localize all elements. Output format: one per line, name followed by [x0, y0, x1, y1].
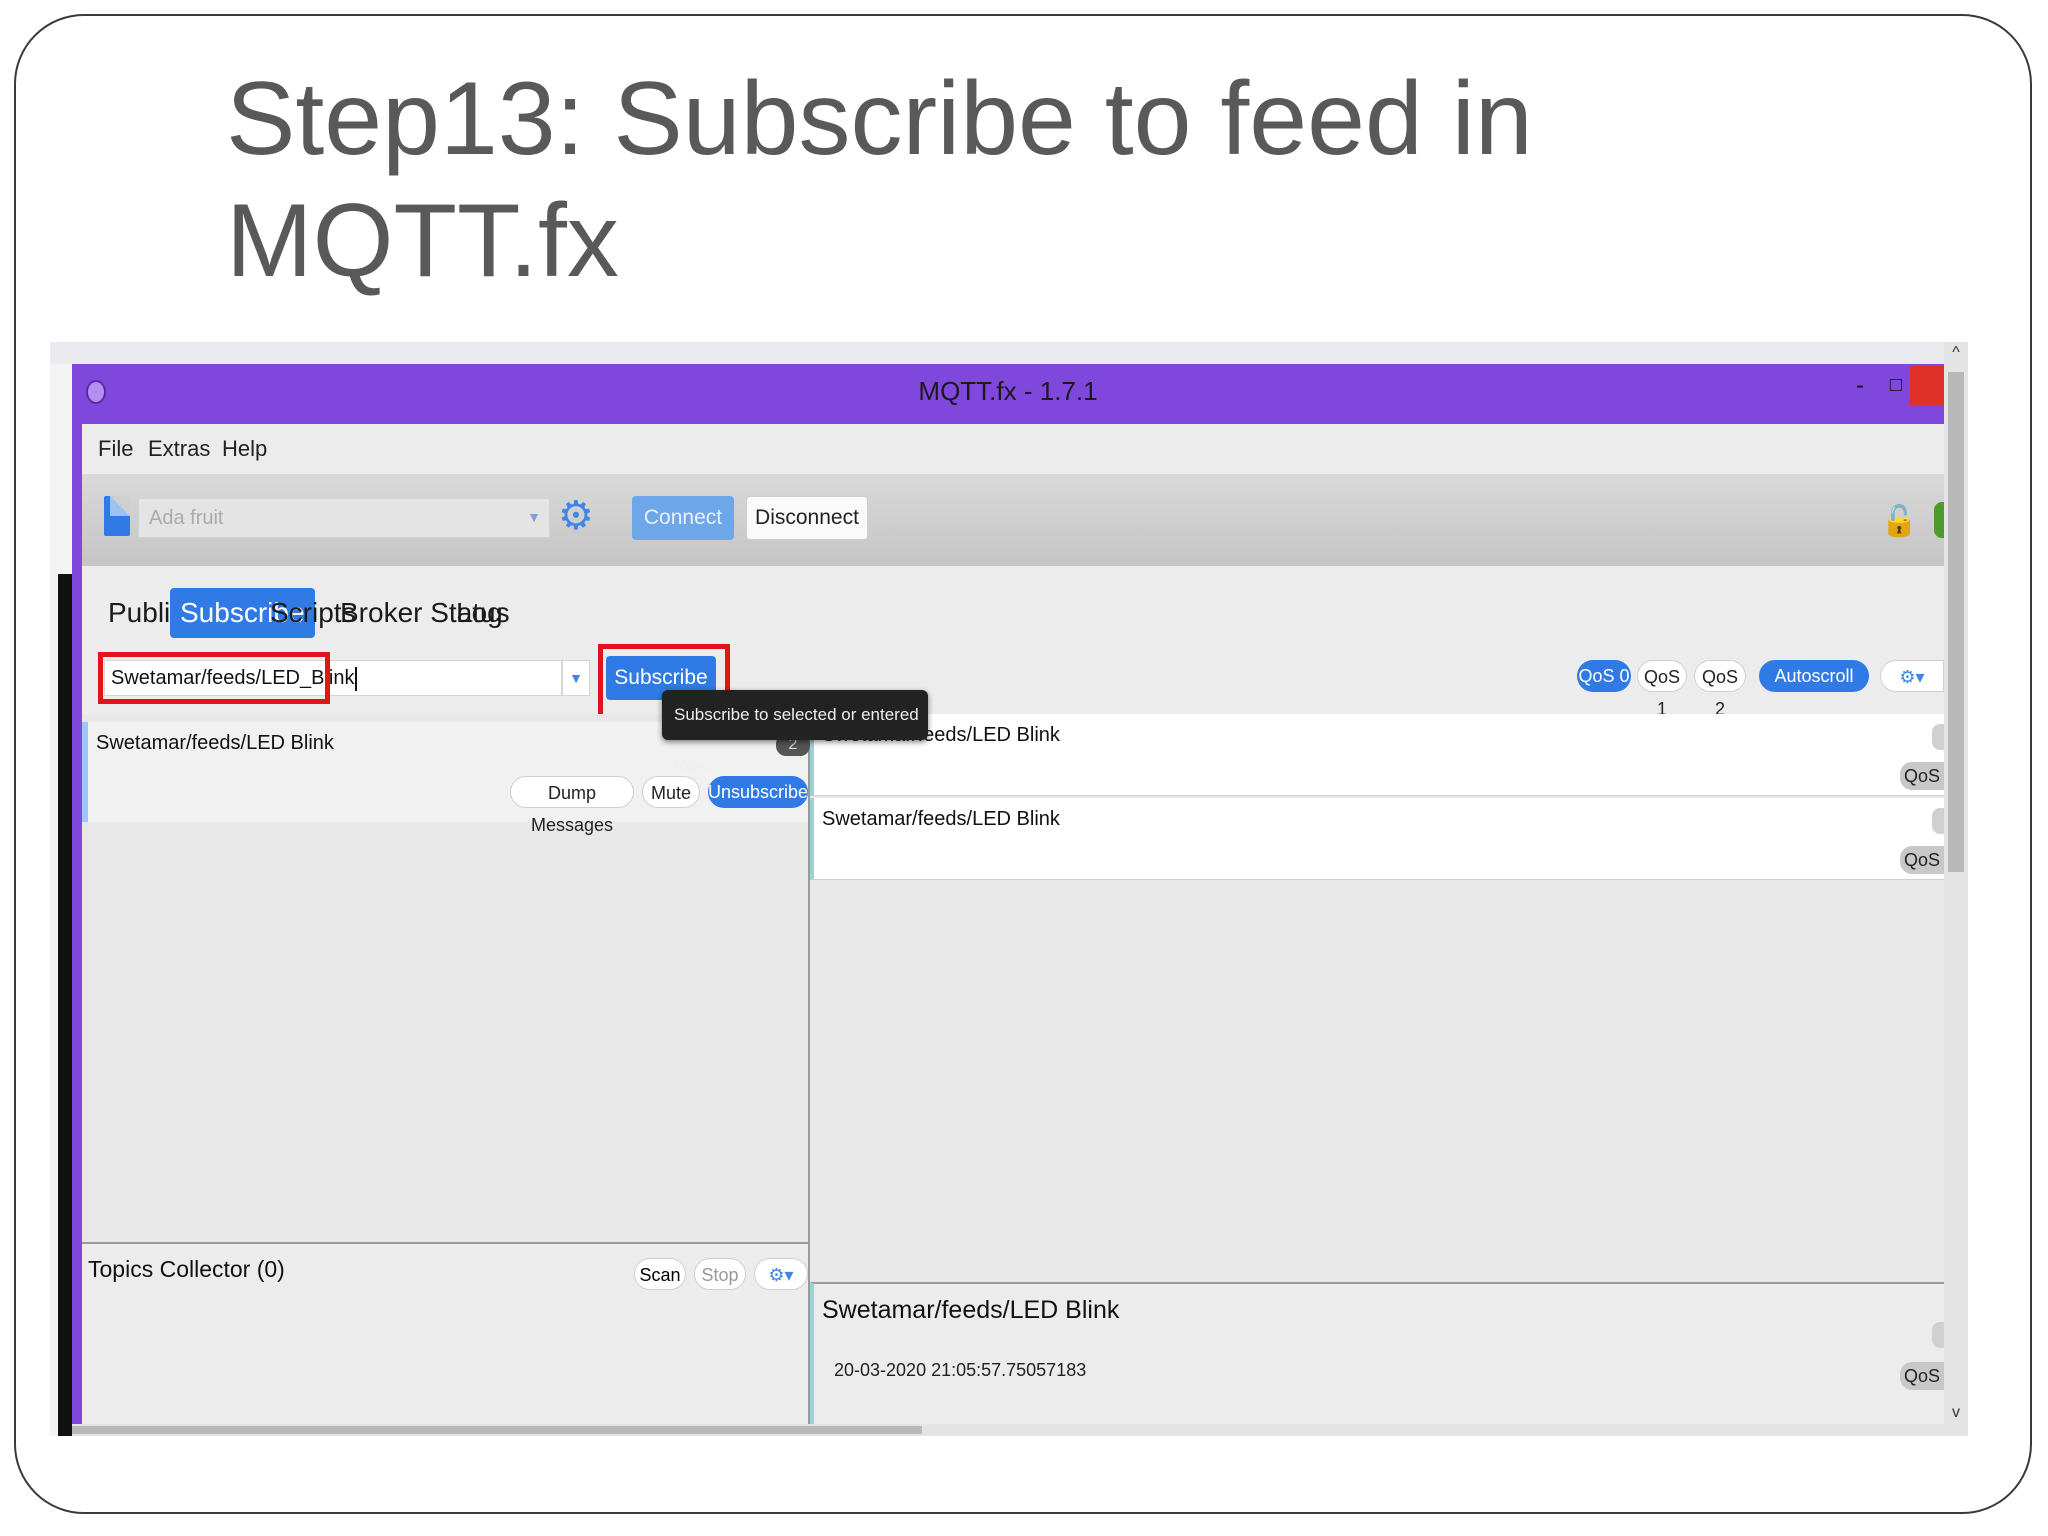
horizontal-scroll-thumb[interactable] [72, 1426, 922, 1434]
window-title: MQTT.fx - 1.7.1 [918, 376, 1098, 406]
message-indicator [1932, 808, 1944, 834]
client-area: File Extras Help Ada fruit ▼ ⚙ Connect D… [82, 424, 1950, 1426]
vertical-scrollbar[interactable]: ^ v [1944, 342, 1968, 1436]
qos1-button[interactable]: QoS 1 [1637, 660, 1687, 719]
subscription-topic: Swetamar/feeds/LED Blink [96, 732, 334, 754]
detail-qos-badge: QoS [1900, 1362, 1944, 1390]
detail-indicator [1932, 1322, 1944, 1348]
title-bar[interactable]: MQTT.fx - 1.7.1 - □ [72, 364, 1944, 424]
qos0-button[interactable]: QoS 0 [1577, 660, 1631, 692]
text-cursor [355, 666, 358, 691]
stop-button[interactable]: Stop [694, 1258, 746, 1290]
message-topic: Swetamar/feeds/LED Blink [822, 808, 1060, 830]
subscribe-bar: Swetamar/feeds/LED_Blink ▼ Subscribe Sub… [82, 644, 1944, 774]
background-browser-tabs [50, 342, 1968, 365]
topics-collector-title: Topics Collector (0) [88, 1256, 285, 1282]
slide-title-line1: Step13: Subscribe to feed in [226, 61, 1533, 177]
scroll-up-icon[interactable]: ^ [1944, 344, 1968, 362]
detail-timestamp: 20-03-2020 21:05:57.75057183 [834, 1360, 1087, 1380]
menu-bar: File Extras Help [82, 424, 1944, 474]
chevron-down-icon: ▼ [527, 509, 541, 525]
scan-button[interactable]: Scan [634, 1258, 686, 1290]
menu-help[interactable]: Help [222, 436, 267, 462]
scroll-down-icon[interactable]: v [1944, 1404, 1968, 1422]
subscribe-tooltip: Subscribe to selected or entered topic. [662, 690, 928, 774]
slide-title-line2: MQTT.fx [226, 183, 619, 299]
disconnect-button[interactable]: Disconnect [746, 496, 868, 540]
message-item[interactable]: Swetamar/feeds/LED Blink QoS [810, 714, 1944, 796]
topics-collector: Topics Collector (0) Scan Stop ⚙▾ [82, 1242, 808, 1426]
detail-topic: Swetamar/feeds/LED Blink [822, 1296, 1120, 1324]
minimize-icon[interactable]: - [1856, 372, 1864, 400]
document-icon[interactable] [104, 496, 130, 536]
maximize-icon[interactable]: □ [1890, 374, 1902, 397]
message-qos-badge: QoS [1900, 846, 1944, 874]
menu-file[interactable]: File [98, 436, 133, 462]
tab-log[interactable]: Log [446, 588, 513, 638]
message-qos-badge: QoS [1900, 762, 1944, 790]
message-item[interactable]: Swetamar/feeds/LED Blink QoS [810, 798, 1944, 880]
qos2-button[interactable]: QoS 2 [1694, 660, 1746, 719]
screenshot: MQTT.fx - 1.7.1 - □ File Extras Help Ada… [50, 342, 1968, 1436]
highlight-box-topic [98, 652, 330, 704]
profile-select[interactable]: Ada fruit ▼ [138, 498, 550, 538]
unsubscribe-button[interactable]: Unsubscribe [708, 776, 808, 808]
mqttfx-window: MQTT.fx - 1.7.1 - □ File Extras Help Ada… [72, 364, 1950, 1426]
horizontal-scrollbar[interactable] [72, 1424, 1944, 1436]
messages-pane: Swetamar/feeds/LED Blink QoS Swetamar/fe… [810, 714, 1944, 1424]
close-icon[interactable] [1910, 366, 1944, 406]
dump-messages-button[interactable]: Dump Messages [510, 776, 634, 835]
message-indicator [1932, 724, 1944, 750]
connection-toolbar: Ada fruit ▼ ⚙ Connect Disconnect 🔓 [82, 474, 1950, 566]
main-tabs: Publish Subscribe Scripts Broker Status … [82, 566, 1944, 646]
topic-dropdown-icon[interactable]: ▼ [562, 660, 590, 696]
menu-extras[interactable]: Extras [148, 436, 210, 462]
connect-button[interactable]: Connect [632, 496, 734, 540]
slide-title: Step13: Subscribe to feed in MQTT.fx [226, 58, 1926, 302]
gear-icon[interactable]: ⚙ [558, 496, 594, 536]
vertical-scroll-thumb[interactable] [1948, 372, 1964, 872]
autoscroll-button[interactable]: Autoscroll [1759, 660, 1869, 692]
collector-gear-icon[interactable]: ⚙▾ [754, 1258, 808, 1290]
options-gear-icon[interactable]: ⚙▾ [1880, 660, 1944, 692]
background-window-edge [50, 364, 72, 1436]
profile-value: Ada fruit [149, 507, 224, 529]
message-detail: Swetamar/feeds/LED Blink 20-03-2020 21:0… [810, 1282, 1944, 1424]
subscriptions-pane: Swetamar/feeds/LED Blink 2 Dump Messages… [82, 714, 810, 1426]
unlock-icon: 🔓 [1880, 505, 1918, 538]
